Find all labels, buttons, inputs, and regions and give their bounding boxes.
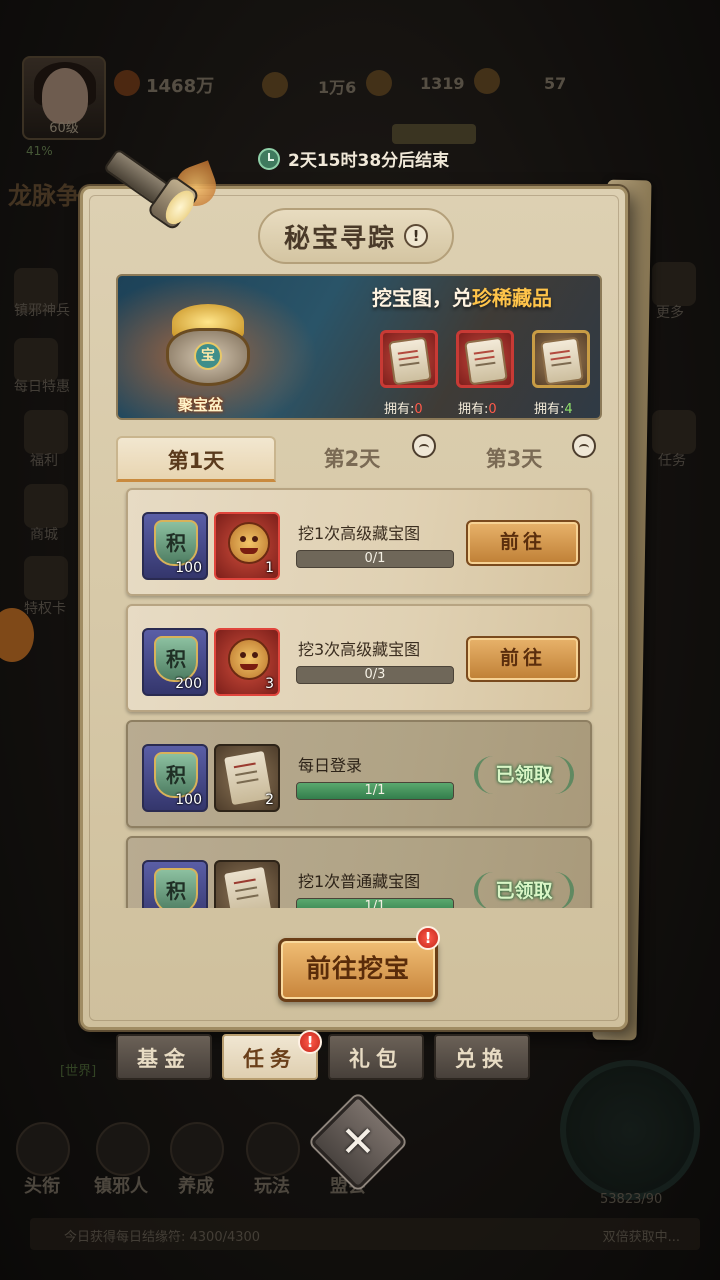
progress-text: 1/1 xyxy=(364,783,386,798)
go-dig-button[interactable]: 前往挖宝 xyxy=(278,938,438,1002)
advanced-map-card-2[interactable] xyxy=(456,330,514,388)
lion-mask-icon xyxy=(228,638,270,680)
task-progress-bar: 0/1 xyxy=(296,550,454,568)
panel-title-plate: 秘宝寻踪 ! xyxy=(258,208,454,264)
task-row: 积 100 1 挖1次高级藏宝图 0/1 前往 xyxy=(126,488,592,596)
task-list[interactable]: 积 100 1 挖1次高级藏宝图 0/1 前往 积 200 3 挖3次高级藏宝图… xyxy=(122,484,596,908)
task-row: 积 100 2 每日登录 1/1 已领取 xyxy=(126,720,592,828)
task-name: 挖1次高级藏宝图 xyxy=(298,524,421,543)
treasure-map-icon xyxy=(224,866,272,908)
day-tabs: 第1天 第2天 第3天 xyxy=(116,434,602,482)
points-badge-icon: 积 xyxy=(154,868,198,908)
scroll-icon xyxy=(466,338,506,384)
owned-count-2: 拥有:0 xyxy=(458,398,497,417)
scroll-icon xyxy=(542,338,582,384)
task-name: 挖1次普通藏宝图 xyxy=(298,872,421,891)
progress-text: 1/1 xyxy=(364,899,386,908)
pot-label: 聚宝盆 xyxy=(178,396,224,414)
info-icon[interactable]: ! xyxy=(404,224,428,248)
points-reward[interactable]: 积 xyxy=(142,860,208,908)
item-qty: 2 xyxy=(265,792,274,808)
task-name: 每日登录 xyxy=(298,756,363,775)
event-timer: 2天15时38分后结束 xyxy=(258,146,449,171)
tab-day-1[interactable]: 第1天 xyxy=(116,436,276,482)
alert-badge: ! xyxy=(298,1030,322,1054)
scroll-icon xyxy=(390,338,430,384)
owned-count-3: 拥有:4 xyxy=(534,398,573,417)
task-progress-bar: 1/1 xyxy=(296,898,454,908)
advanced-map-card[interactable] xyxy=(380,330,438,388)
owned-value: 0 xyxy=(414,402,423,417)
slogan-prefix: 挖宝图，兑 xyxy=(372,286,472,310)
alert-badge: ! xyxy=(416,926,440,950)
progress-text: 0/1 xyxy=(364,551,386,566)
task-name: 挖3次高级藏宝图 xyxy=(298,640,421,659)
pot-coin: 宝 xyxy=(194,342,222,370)
timer-text: 2天15时38分后结束 xyxy=(288,151,450,171)
points-reward[interactable]: 积 100 xyxy=(142,744,208,812)
owned-value: 4 xyxy=(564,402,573,417)
panel-title: 秘宝寻踪 xyxy=(283,223,396,254)
owned-count-1: 拥有:0 xyxy=(384,398,423,417)
owned-value: 0 xyxy=(488,402,497,417)
points-reward[interactable]: 积 100 xyxy=(142,512,208,580)
points-qty: 200 xyxy=(175,676,202,692)
treasure-pot-icon[interactable]: 宝 xyxy=(156,300,260,388)
claimed-status: 已领取 xyxy=(474,872,574,908)
owned-label: 拥有: xyxy=(384,402,415,417)
task-progress-bar: 0/3 xyxy=(296,666,454,684)
slogan-highlight: 珍稀藏品 xyxy=(472,286,552,310)
go-button[interactable]: 前往 xyxy=(466,636,580,682)
lion-mask-icon xyxy=(228,522,270,564)
lock-icon xyxy=(412,434,436,458)
task-row: 积 挖1次普通藏宝图 1/1 已领取 xyxy=(126,836,592,908)
tab-day-3[interactable]: 第3天 xyxy=(434,436,594,482)
points-qty: 100 xyxy=(175,560,202,576)
progress-text: 0/3 xyxy=(364,667,386,682)
tab-exchange[interactable]: 兑换 xyxy=(434,1034,530,1080)
lock-icon xyxy=(572,434,596,458)
item-qty: 3 xyxy=(265,676,274,692)
clock-icon xyxy=(258,147,280,170)
banner-slogan: 挖宝图，兑珍稀藏品 xyxy=(372,282,552,311)
item-reward[interactable]: 1 xyxy=(214,512,280,580)
tab-gift[interactable]: 礼包 xyxy=(328,1034,424,1080)
go-button[interactable]: 前往 xyxy=(466,520,580,566)
item-qty: 1 xyxy=(265,560,274,576)
tab-fund[interactable]: 基金 xyxy=(116,1034,212,1080)
owned-label: 拥有: xyxy=(534,402,565,417)
item-reward[interactable]: 3 xyxy=(214,628,280,696)
item-reward[interactable]: 2 xyxy=(214,744,280,812)
close-icon[interactable]: ✕ xyxy=(324,1108,392,1176)
item-reward[interactable] xyxy=(214,860,280,908)
points-qty: 100 xyxy=(175,792,202,808)
tab-day-2[interactable]: 第2天 xyxy=(272,436,432,482)
task-progress-bar: 1/1 xyxy=(296,782,454,800)
points-reward[interactable]: 积 200 xyxy=(142,628,208,696)
task-row: 积 200 3 挖3次高级藏宝图 0/3 前往 xyxy=(126,604,592,712)
normal-map-card[interactable] xyxy=(532,330,590,388)
owned-label: 拥有: xyxy=(458,402,489,417)
claimed-status: 已领取 xyxy=(474,756,574,794)
